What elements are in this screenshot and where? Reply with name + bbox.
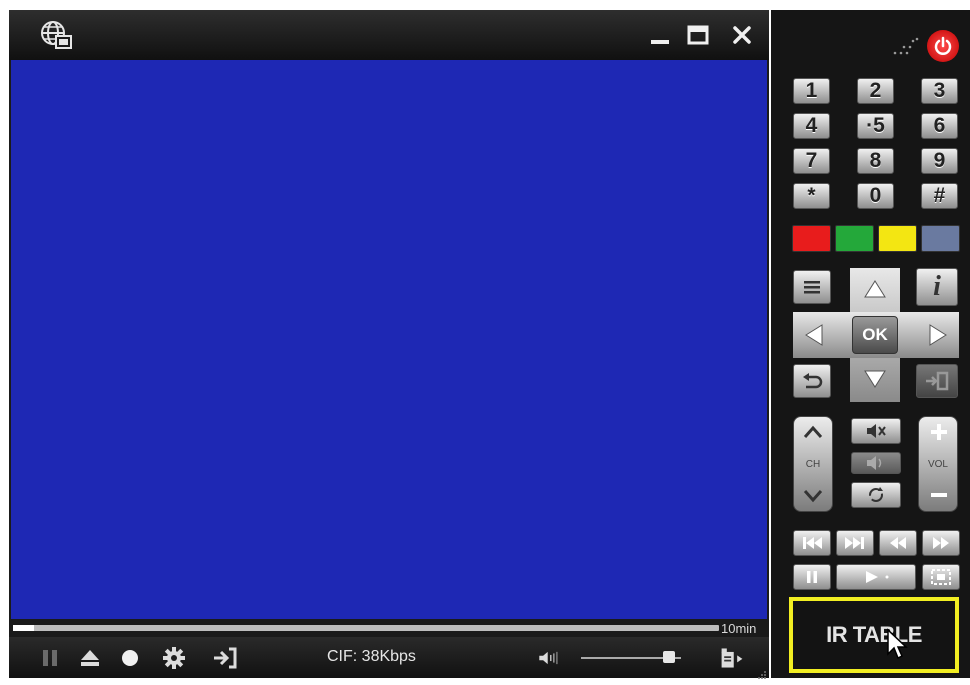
hash-button[interactable]: # [921,183,958,209]
channel-rocker: CH [793,416,833,512]
back-arrow-icon [803,373,823,389]
skip-previous-icon [803,537,822,549]
play-icon [866,571,889,583]
pause-icon[interactable] [37,645,63,671]
speaker-icon [867,456,882,470]
exit-to-icon[interactable] [212,645,238,671]
num-4-button[interactable]: 4 [793,113,830,139]
num-7-button[interactable]: 7 [793,148,830,174]
volume-icon[interactable] [537,645,563,671]
gear-icon[interactable] [161,645,187,671]
refresh-icon [869,487,883,502]
seek-bar-row: 10min [9,619,769,637]
volume-slider-knob[interactable] [663,651,675,663]
right-arrow-button[interactable] [921,320,955,350]
rewind-icon [890,537,906,549]
video-area[interactable] [11,60,767,619]
exit-door-icon [926,371,949,391]
num-3-button[interactable]: 3 [921,78,958,104]
ir-table-button[interactable]: IR TABLE [789,597,959,673]
down-arrow-button[interactable] [858,364,892,394]
record-icon[interactable] [117,645,143,671]
channel-up-button[interactable] [802,423,824,446]
mute-button[interactable] [851,418,901,444]
chevron-down-icon [803,490,823,503]
player-window: 10min CIF: 38Kbps [9,10,769,679]
menu-more-icon[interactable] [719,645,745,671]
menu-button[interactable] [793,270,831,304]
bitrate-label: CIF: 38Kbps [327,648,416,665]
yellow-key-button[interactable] [878,225,917,252]
fullscreen-button[interactable] [922,564,960,590]
power-icon [934,36,952,55]
fullscreen-icon [931,569,951,585]
close-button[interactable] [729,22,755,48]
up-arrow-button[interactable] [858,274,892,304]
num-0-button[interactable]: 0 [857,183,894,209]
pause-icon [807,571,817,583]
refresh-button[interactable] [851,482,901,508]
signal-dots-icon [891,36,921,56]
arrow-up-icon [864,280,886,298]
menu-icon [804,281,820,294]
fast-forward-icon [933,537,949,549]
blue-key-button[interactable] [921,225,960,252]
num-2-button[interactable]: 2 [857,78,894,104]
resize-grip-icon[interactable] [757,667,767,679]
info-button[interactable]: i [916,268,958,306]
arrow-down-icon [864,370,886,388]
globe-app-icon[interactable] [39,20,73,50]
volume-up-button[interactable] [929,422,949,447]
skip-next-icon [845,537,864,549]
channel-label: CH [805,459,821,470]
star-button[interactable]: * [793,183,830,209]
num-1-button[interactable]: 1 [793,78,830,104]
fast-forward-button[interactable] [922,530,960,556]
left-arrow-button[interactable] [797,320,831,350]
audio-button[interactable] [851,452,901,474]
arrow-right-icon [929,324,947,346]
channel-down-button[interactable] [802,487,824,510]
rewind-button[interactable] [879,530,917,556]
back-button[interactable] [793,364,831,398]
maximize-button[interactable] [685,22,711,48]
mouse-cursor-icon [886,628,908,662]
arrow-left-icon [805,324,823,346]
volume-label: VOL [927,459,948,470]
exit-button[interactable] [916,364,958,398]
plus-icon [931,424,947,440]
skip-back-button[interactable] [793,530,831,556]
title-bar [9,10,769,60]
pause-button[interactable] [793,564,831,590]
minimize-button[interactable] [647,22,673,48]
num-8-button[interactable]: 8 [857,148,894,174]
seek-bar-fill [13,625,35,631]
play-button[interactable] [836,564,916,590]
duration-label: 10min [721,621,757,636]
eject-icon[interactable] [77,645,103,671]
num-9-button[interactable]: 9 [921,148,958,174]
ok-button[interactable]: OK [852,316,898,354]
num-5-button[interactable]: ·5 [857,113,894,139]
volume-rocker: VOL [918,416,958,512]
power-button[interactable] [927,30,959,62]
seek-bar[interactable] [13,625,719,631]
control-bar: CIF: 38Kbps [9,637,769,679]
red-key-button[interactable] [792,225,831,252]
chevron-up-icon [803,425,823,438]
green-key-button[interactable] [835,225,874,252]
mute-icon [867,424,886,438]
minus-icon [931,493,947,497]
skip-forward-button[interactable] [836,530,874,556]
volume-down-button[interactable] [929,485,949,510]
num-6-button[interactable]: 6 [921,113,958,139]
remote-control-panel: 1 2 3 4 ·5 6 7 8 9 * 0 # i OK CH VOL [771,10,970,678]
